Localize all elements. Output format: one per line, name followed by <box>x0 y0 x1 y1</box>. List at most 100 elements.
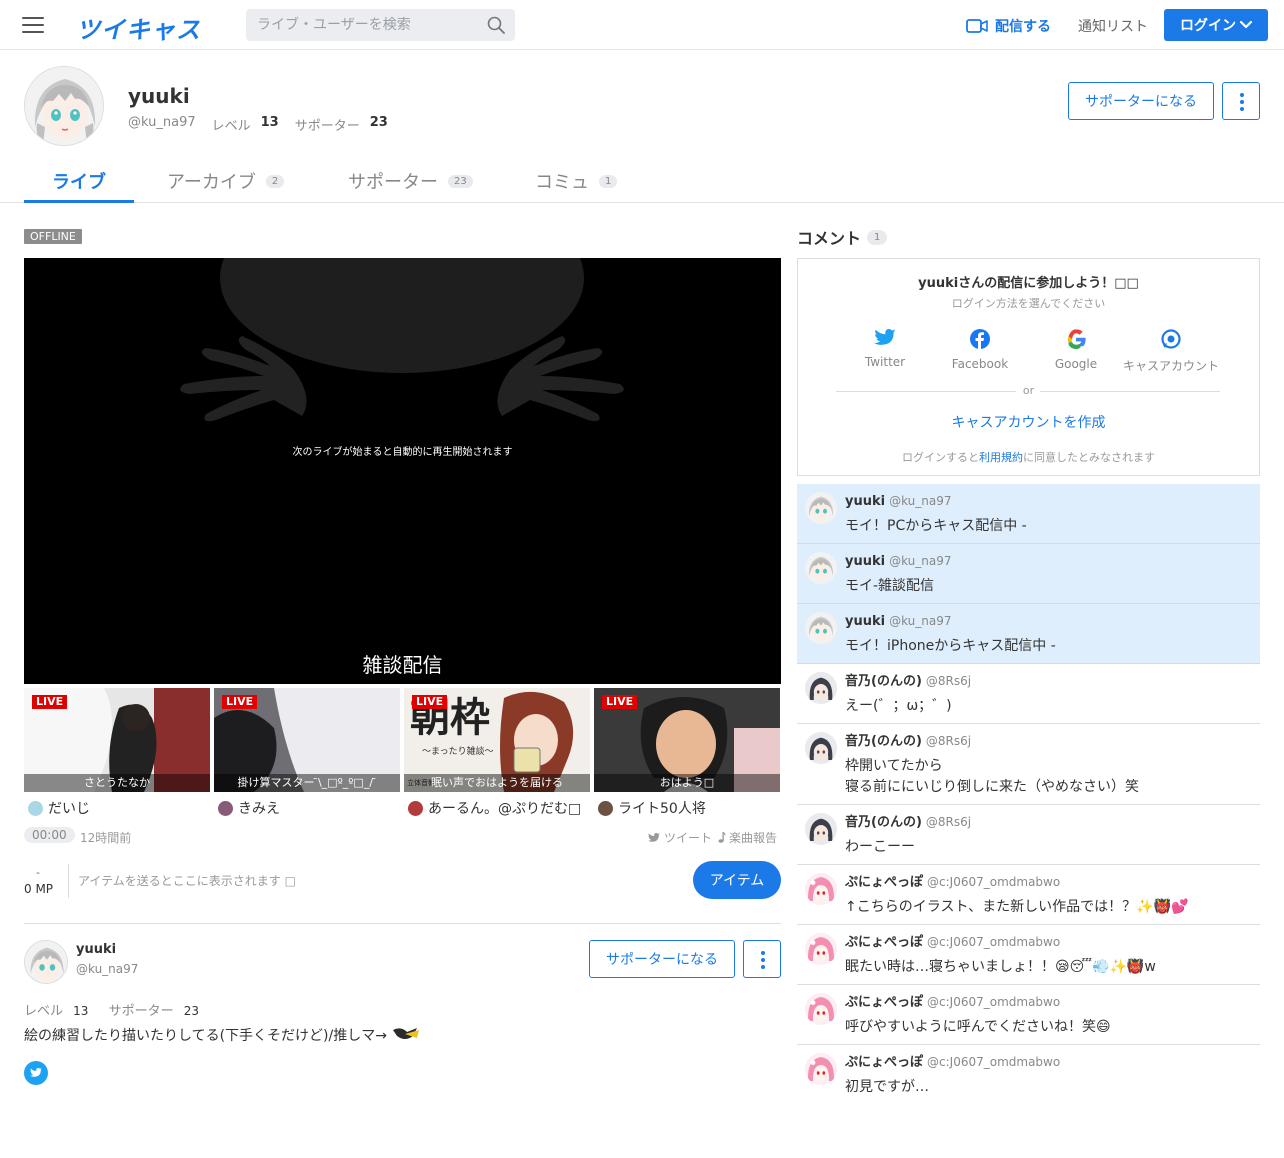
mini-avatar <box>408 800 423 816</box>
comment-avatar[interactable] <box>805 813 837 845</box>
more-options-icon[interactable] <box>1222 82 1260 120</box>
comment-author[interactable]: ぷにょぺっぽ @c:J0607_omdmabwo <box>845 1053 1252 1072</box>
comment-avatar[interactable] <box>805 732 837 764</box>
comment-author[interactable]: yuuki @ku_na97 <box>845 492 1252 511</box>
thumbnail-caption: 眠い声でおはようを届ける <box>404 774 590 792</box>
provider-label: Facebook <box>951 357 1009 371</box>
tab-archive-label: アーカイブ <box>167 172 256 193</box>
mp-dash: - <box>36 866 40 879</box>
tweet-link[interactable]: ツイート <box>648 829 712 846</box>
hamburger-menu-icon[interactable] <box>22 16 44 34</box>
tab-supporters[interactable]: サポーター 23 <box>348 166 473 196</box>
comment-text: 枠開いてたから 寝る前ににいじり倒しに来た（やめなさい）笑 <box>845 758 1139 795</box>
live-thumbnail-1[interactable]: LIVE さとうたなか <box>24 688 210 792</box>
comments-count: 1 <box>867 229 888 245</box>
thumbnail-user-name: きみえ <box>238 801 280 817</box>
comment-avatar[interactable] <box>805 672 837 704</box>
comment-text: わーこーー <box>845 839 915 855</box>
live-badge: LIVE <box>32 695 68 709</box>
bio-text: 絵の練習したり描いたりしてる(下手くそだけど)/推しマ→ <box>24 1025 421 1045</box>
profile-avatar[interactable] <box>24 66 104 146</box>
terms-link[interactable]: 利用規約 <box>979 451 1023 464</box>
mp-separator <box>68 864 69 898</box>
thumbnail-user-3[interactable]: あーるん。@ぷりだむ□ <box>408 798 594 818</box>
chevron-down-icon <box>1240 21 1252 29</box>
terms-notice: ログインすると利用規約に同意したとみなされます <box>798 449 1259 465</box>
search-input[interactable] <box>246 9 482 41</box>
tab-community[interactable]: コミュ 1 <box>535 166 618 196</box>
comment-avatar[interactable] <box>805 873 837 905</box>
bio-more-options-icon[interactable] <box>743 940 781 978</box>
comment-text: 呼びやすいように呼んでくださいね！笑😄 <box>845 1019 1111 1035</box>
comment-item[interactable]: ぷにょぺっぽ @c:J0607_omdmabwo 初見ですが… <box>797 1045 1260 1094</box>
comment-item[interactable]: yuuki @ku_na97 モイ！PCからキャス配信中 - <box>797 484 1260 544</box>
search-box <box>246 9 515 41</box>
twitter-profile-icon[interactable] <box>24 1061 48 1085</box>
top-bar: ツイキャス 配信する 通知リスト ログイン <box>0 0 1284 50</box>
comment-item[interactable]: 音乃(のんの) @8Rs6j わーこーー <box>797 805 1260 865</box>
comment-author[interactable]: ぷにょぺっぽ @c:J0607_omdmabwo <box>845 993 1252 1012</box>
live-thumbnail-4[interactable]: LIVE おはよう□ <box>594 688 780 792</box>
comment-author[interactable]: ぷにょぺっぽ @c:J0607_omdmabwo <box>845 933 1252 952</box>
comment-avatar[interactable] <box>805 993 837 1025</box>
comment-author[interactable]: yuuki @ku_na97 <box>845 612 1252 631</box>
comment-item[interactable]: yuuki @ku_na97 モイ！iPhoneからキャス配信中 - <box>797 604 1260 664</box>
comment-item[interactable]: 音乃(のんの) @8Rs6j 枠開いてたから 寝る前ににいじり倒しに来た（やめなさい… <box>797 724 1260 805</box>
tab-archive[interactable]: アーカイブ 2 <box>167 166 285 196</box>
comment-author-name: ぷにょぺっぽ <box>845 995 924 1010</box>
thumbnail-caption: 掛け算マスター ̄\_□º_º□_/ ̄ <box>214 774 400 792</box>
bird-emoji-icon <box>393 1028 420 1039</box>
create-cas-account-link[interactable]: キャスアカウントを作成 <box>798 412 1259 432</box>
notification-list-link[interactable]: 通知リスト <box>1078 16 1148 36</box>
terms-prefix: ログインすると <box>902 451 979 464</box>
login-twitter-button[interactable]: Twitter <box>837 329 933 369</box>
bio-become-supporter-button[interactable]: サポーターになる <box>589 940 735 978</box>
login-card: yuukiさんの配信に参加しよう！□□ ログイン方法を選んでください Twitt… <box>797 258 1260 476</box>
tab-live[interactable]: ライブ <box>52 166 106 196</box>
comment-item[interactable]: ぷにょぺっぽ @c:J0607_omdmabwo 呼びやすいように呼んでくださいね！… <box>797 985 1260 1045</box>
comment-avatar[interactable] <box>805 1053 837 1085</box>
song-report-link[interactable]: 楽曲報告 <box>718 829 777 846</box>
login-facebook-button[interactable]: Facebook <box>932 329 1028 371</box>
bio-avatar[interactable] <box>24 940 68 984</box>
login-button[interactable]: ログイン <box>1164 9 1268 41</box>
comment-author[interactable]: ぷにょぺっぽ @c:J0607_omdmabwo <box>845 873 1252 892</box>
comment-text: 初見ですが… <box>845 1079 929 1094</box>
become-supporter-button[interactable]: サポーターになる <box>1068 82 1214 120</box>
login-label: ログイン <box>1180 18 1236 34</box>
live-thumbnail-3[interactable]: 朝枠 〜まったり雑談〜 立体音響 LIVE 眠い声でおはようを届ける <box>404 688 590 792</box>
item-button[interactable]: アイテム <box>693 861 781 899</box>
comment-avatar[interactable] <box>805 492 837 524</box>
comment-item[interactable]: yuuki @ku_na97 モイ-雑談配信 <box>797 544 1260 604</box>
comment-author[interactable]: 音乃(のんの) @8Rs6j <box>845 672 1252 691</box>
login-cas-account-button[interactable]: キャスアカウント <box>1123 329 1219 374</box>
thumbnail-user-1[interactable]: だいじ <box>28 798 214 818</box>
or-text: or <box>1022 384 1035 397</box>
profile-tabs: ライブ アーカイブ 2 サポーター 23 コミュ 1 <box>0 158 1284 203</box>
comment-avatar[interactable] <box>805 933 837 965</box>
login-google-button[interactable]: Google <box>1028 329 1124 371</box>
comment-list[interactable]: yuuki @ku_na97 モイ！PCからキャス配信中 - yuuki @ku_na9… <box>797 484 1260 1094</box>
comment-author[interactable]: yuuki @ku_na97 <box>845 552 1252 571</box>
comment-item[interactable]: 音乃(のんの) @8Rs6j えー(゛；ω；゛) <box>797 664 1260 724</box>
comment-item[interactable]: ぷにょぺっぽ @c:J0607_omdmabwo 眠たい時は…寝ちゃいましょ！！😪😴… <box>797 925 1260 985</box>
video-player[interactable]: 次のライブが始まると自動的に再生開始されます 雑談配信 <box>24 258 781 684</box>
profile-meta: @ku_na97 レベル 13 サポーター 23 <box>128 115 404 134</box>
comment-avatar[interactable] <box>805 552 837 584</box>
comment-author[interactable]: 音乃(のんの) @8Rs6j <box>845 732 1252 751</box>
live-thumbnail-2[interactable]: LIVE 掛け算マスター ̄\_□º_º□_/ ̄ <box>214 688 400 792</box>
thumbnail-caption: おはよう□ <box>594 774 780 792</box>
broadcast-link[interactable]: 配信する <box>966 16 1051 36</box>
thumbnail-user-4[interactable]: ライト50人将 <box>598 798 784 818</box>
twitcasting-logo[interactable]: ツイキャス <box>76 10 201 45</box>
bio-level-label: レベル <box>24 1004 64 1019</box>
comment-author[interactable]: 音乃(のんの) @8Rs6j <box>845 813 1252 832</box>
twitcasting-account-icon <box>1161 329 1181 349</box>
comment-avatar[interactable] <box>805 612 837 644</box>
search-icon[interactable] <box>487 16 505 34</box>
bio-supporter-count: 23 <box>183 1004 200 1018</box>
bio-level-value: 13 <box>73 1004 89 1018</box>
thumbnail-user-name: だいじ <box>48 801 90 817</box>
thumbnail-user-2[interactable]: きみえ <box>218 798 404 818</box>
comment-item[interactable]: ぷにょぺっぽ @c:J0607_omdmabwo ↑こちらのイラスト、また新しい作品… <box>797 865 1260 925</box>
